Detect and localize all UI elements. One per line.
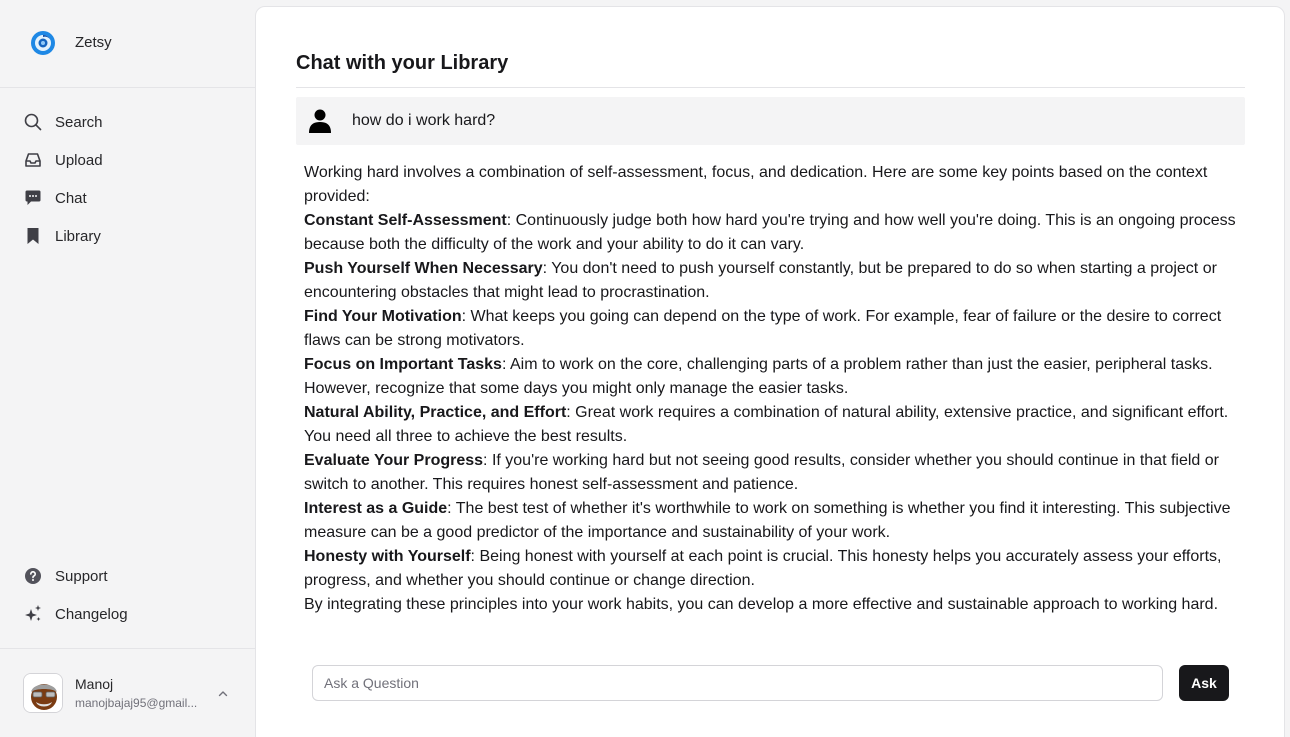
inbox-icon [23, 150, 43, 170]
answer-point-title: Interest as a Guide [304, 500, 448, 517]
answer-point: Honesty with Yourself: Being honest with… [304, 545, 1244, 593]
help-circle-icon [23, 566, 43, 586]
page-title: Chat with your Library [296, 52, 509, 74]
user-name: Manoj [75, 676, 114, 692]
chat-panel: Chat with your Library how do i work har… [255, 6, 1285, 737]
ask-button[interactable]: Ask [1179, 665, 1229, 701]
user-question: how do i work hard? [296, 97, 1245, 145]
search-icon [23, 112, 43, 132]
sidebar-item-upload[interactable]: Upload [0, 141, 255, 179]
zetsy-logo-icon [31, 31, 55, 55]
divider [296, 87, 1245, 88]
sidebar: Zetsy Search Upload Chat Library Support… [0, 0, 255, 737]
sidebar-item-chat[interactable]: Chat [0, 179, 255, 217]
chevron-up-icon[interactable] [216, 687, 230, 701]
answer-point-title: Constant Self-Assessment [304, 212, 507, 229]
answer-point: Focus on Important Tasks: Aim to work on… [304, 353, 1244, 401]
answer-point: Evaluate Your Progress: If you're workin… [304, 449, 1244, 497]
answer-point-title: Find Your Motivation [304, 308, 462, 325]
assistant-answer: Working hard involves a combination of s… [304, 161, 1244, 617]
answer-point-title: Evaluate Your Progress [304, 452, 484, 469]
brand-header: Zetsy [0, 0, 255, 88]
sidebar-nav: Search Upload Chat Library [0, 103, 255, 255]
sidebar-bottom-nav: Support Changelog [0, 557, 255, 633]
answer-intro: Working hard involves a combination of s… [304, 164, 1208, 205]
avatar [23, 673, 63, 713]
answer-point-title: Focus on Important Tasks [304, 356, 502, 373]
question-text: how do i work hard? [352, 112, 496, 129]
answer-point-title: Natural Ability, Practice, and Effort [304, 404, 567, 421]
sparkles-icon [23, 604, 43, 624]
sidebar-item-changelog[interactable]: Changelog [0, 595, 255, 633]
answer-conclusion: By integrating these principles into you… [304, 596, 1219, 613]
question-input[interactable] [312, 665, 1163, 701]
answer-point: Natural Ability, Practice, and Effort: G… [304, 401, 1244, 449]
sidebar-item-label: Upload [55, 151, 103, 169]
sidebar-item-library[interactable]: Library [0, 217, 255, 255]
answer-point: Find Your Motivation: What keeps you goi… [304, 305, 1244, 353]
answer-point: Interest as a Guide: The best test of wh… [304, 497, 1244, 545]
answer-point: Push Yourself When Necessary: You don't … [304, 257, 1244, 305]
user-icon [309, 109, 331, 133]
sidebar-item-search[interactable]: Search [0, 103, 255, 141]
user-menu[interactable]: Manoj manojbajaj95@gmail... [0, 648, 255, 737]
sidebar-item-support[interactable]: Support [0, 557, 255, 595]
user-email: manojbajaj95@gmail... [75, 696, 198, 710]
sidebar-item-label: Changelog [55, 605, 128, 623]
answer-point-title: Honesty with Yourself [304, 548, 471, 565]
app-name: Zetsy [75, 34, 112, 51]
sidebar-item-label: Search [55, 113, 103, 131]
sidebar-item-label: Library [55, 227, 101, 245]
sidebar-item-label: Support [55, 567, 108, 585]
answer-point-title: Push Yourself When Necessary [304, 260, 543, 277]
bookmark-icon [23, 226, 43, 246]
answer-point: Constant Self-Assessment: Continuously j… [304, 209, 1244, 257]
chat-bubble-icon [23, 188, 43, 208]
sidebar-item-label: Chat [55, 189, 87, 207]
